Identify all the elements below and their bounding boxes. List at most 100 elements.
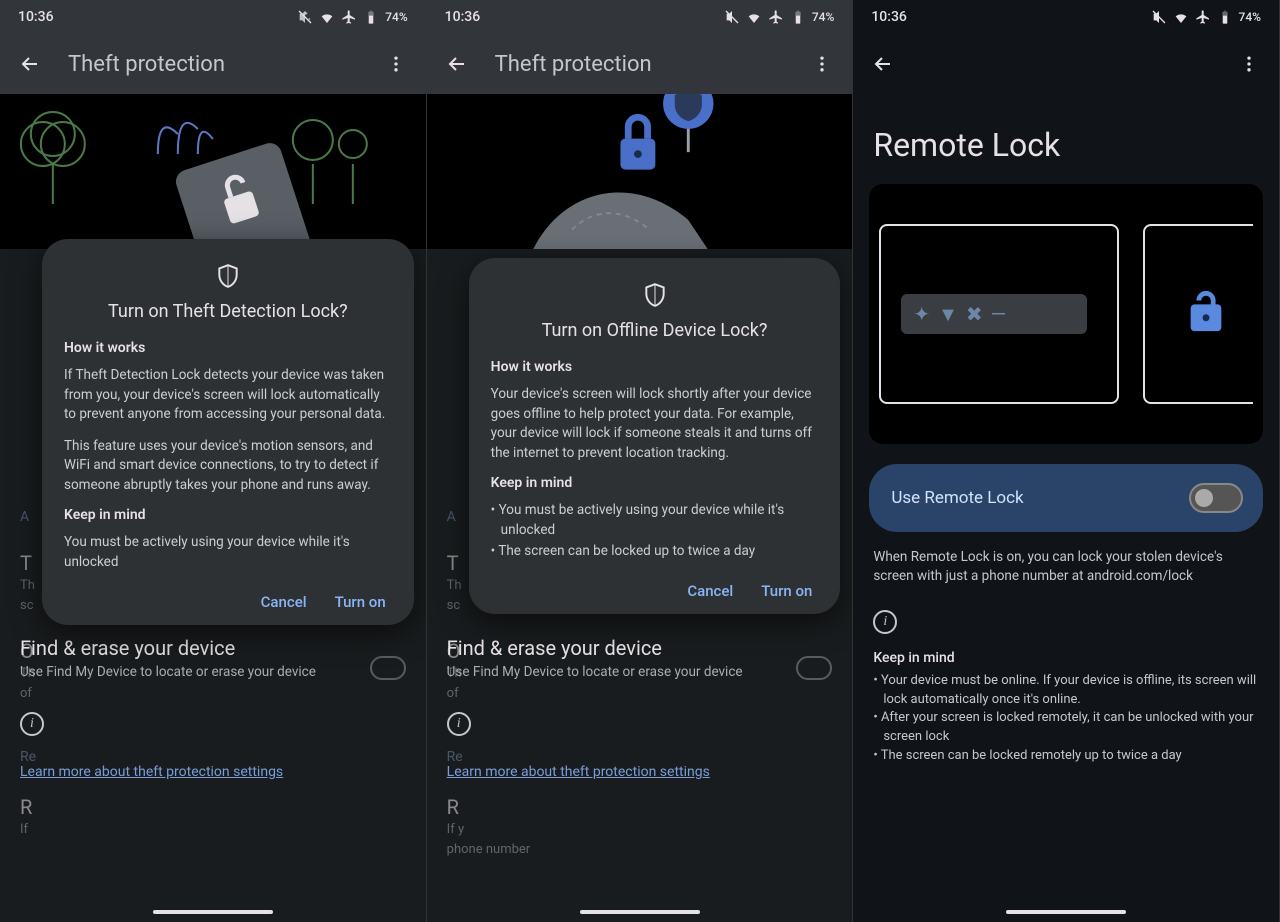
hero-illustration: ✦▼✖— <box>869 184 1263 444</box>
bg-row-title: T <box>20 551 35 575</box>
info-icon: i <box>447 712 471 736</box>
airplane-icon <box>1195 9 1211 25</box>
mute-icon <box>297 9 313 25</box>
wifi-icon <box>1173 9 1189 25</box>
mute-icon <box>724 9 740 25</box>
hero-illustration <box>0 94 426 249</box>
nav-handle[interactable] <box>1006 910 1126 914</box>
bg-row-title: T <box>447 551 462 575</box>
status-bar: 10:36 74% <box>427 0 853 34</box>
overflow-menu[interactable] <box>804 46 840 82</box>
dialog-paragraph: Your device's screen will lock shortly a… <box>491 385 819 463</box>
wifi-icon <box>746 9 762 25</box>
password-field-illustration: ✦▼✖— <box>901 294 1087 334</box>
find-title: Find & erase your device <box>20 636 406 660</box>
app-bar: Theft protection <box>0 34 426 94</box>
battery-percent: 74% <box>812 10 834 24</box>
bg-row-title: R <box>20 795 32 819</box>
info-icon: i <box>873 610 897 634</box>
find-subtitle: Use Find My Device to locate or erase yo… <box>447 664 833 680</box>
keep-in-mind-heading: Keep in mind <box>873 650 1259 666</box>
mute-icon <box>1151 9 1167 25</box>
bg-row-sub: If y <box>447 822 531 839</box>
back-button[interactable] <box>12 46 48 82</box>
confirm-button[interactable]: Turn on <box>335 593 386 611</box>
overflow-menu[interactable] <box>378 46 414 82</box>
cancel-button[interactable]: Cancel <box>261 593 307 611</box>
dialog-paragraph: This feature uses your device's motion s… <box>64 437 392 496</box>
nav-handle[interactable] <box>580 910 700 914</box>
bg-row-sub: Th <box>447 578 462 595</box>
battery-icon <box>1217 9 1233 25</box>
battery-icon <box>790 9 806 25</box>
find-subtitle: Use Find My Device to locate or erase yo… <box>20 664 406 680</box>
back-button[interactable] <box>865 46 901 82</box>
status-icons: 74% <box>724 9 834 25</box>
cancel-button[interactable]: Cancel <box>687 582 733 600</box>
dialog-paragraph: If Theft Detection Lock detects your dev… <box>64 366 392 425</box>
learn-more-link[interactable]: Learn more about theft protection settin… <box>447 764 710 780</box>
remote-lock-toggle-card[interactable]: Use Remote Lock <box>869 464 1263 532</box>
bullet: • Your device must be online. If your de… <box>873 672 1259 710</box>
clock: 10:36 <box>18 9 54 25</box>
learn-more-link[interactable]: Learn more about theft protection settin… <box>20 764 283 780</box>
lock-open-icon <box>1183 289 1229 339</box>
dialog-bullet: • The screen can be locked up to twice a… <box>491 542 819 562</box>
overflow-menu[interactable] <box>1231 46 1267 82</box>
airplane-icon <box>768 9 784 25</box>
bg-row-title: R <box>447 795 531 819</box>
battery-icon <box>363 9 379 25</box>
app-bar <box>853 34 1279 94</box>
battery-percent: 74% <box>1239 10 1261 24</box>
bullet: • The screen can be locked remotely up t… <box>873 747 1259 766</box>
description: When Remote Lock is on, you can lock you… <box>873 548 1259 586</box>
find-erase-section[interactable]: Find & erase your device Use Find My Dev… <box>0 636 426 780</box>
bg-row-sub: sc <box>447 598 462 615</box>
status-bar: 10:36 74% <box>853 0 1279 34</box>
wifi-icon <box>319 9 335 25</box>
bullet: • After your screen is locked remotely, … <box>873 709 1259 747</box>
dialog-title: Turn on Theft Detection Lock? <box>64 301 392 322</box>
bg-row-sub: Th <box>20 578 35 595</box>
dialog-actions: Cancel Turn on <box>491 582 819 600</box>
page-title: Theft protection <box>495 52 785 77</box>
bg-link: A <box>447 509 456 525</box>
dialog-heading: Keep in mind <box>491 475 819 491</box>
confirm-dialog: Turn on Theft Detection Lock? How it wor… <box>42 239 414 625</box>
laptop-illustration: ✦▼✖— <box>879 224 1119 404</box>
hero-illustration <box>427 94 853 249</box>
battery-percent: 74% <box>385 10 407 24</box>
status-icons: 74% <box>1151 9 1261 25</box>
phone-screen-1: 10:36 74% Theft protection <box>0 0 427 922</box>
toggle-switch[interactable] <box>1189 483 1243 513</box>
dialog-heading: Keep in mind <box>64 507 392 523</box>
bg-link: A <box>20 509 29 525</box>
dialog-title: Turn on Offline Device Lock? <box>491 320 819 341</box>
page-title: Remote Lock <box>853 94 1279 184</box>
phone-screen-2: 10:36 74% Theft protection <box>427 0 854 922</box>
dialog-bullet: • You must be actively using your device… <box>491 501 819 540</box>
back-button[interactable] <box>439 46 475 82</box>
toggle-label: Use Remote Lock <box>891 488 1023 508</box>
bg-row-sub: If <box>20 822 32 839</box>
dialog-paragraph: You must be actively using your device w… <box>64 533 392 572</box>
confirm-dialog: Turn on Offline Device Lock? How it work… <box>469 258 841 614</box>
status-icons: 74% <box>297 9 407 25</box>
shield-icon <box>64 263 392 289</box>
dialog-heading: How it works <box>491 359 819 375</box>
shield-icon <box>491 282 819 308</box>
nav-handle[interactable] <box>153 910 273 914</box>
clock: 10:36 <box>445 9 481 25</box>
find-title: Find & erase your device <box>447 636 833 660</box>
find-erase-section[interactable]: Find & erase your device Use Find My Dev… <box>427 636 853 780</box>
page-title: Theft protection <box>68 52 358 77</box>
airplane-icon <box>341 9 357 25</box>
dialog-actions: Cancel Turn on <box>64 593 392 611</box>
confirm-button[interactable]: Turn on <box>761 582 812 600</box>
clock: 10:36 <box>871 9 907 25</box>
bg-row-sub: sc <box>20 598 35 615</box>
phone-screen-3: 10:36 74% Remote Lock ✦▼✖— Use Remot <box>853 0 1280 922</box>
dialog-heading: How it works <box>64 340 392 356</box>
info-icon: i <box>20 712 44 736</box>
status-bar: 10:36 74% <box>0 0 426 34</box>
